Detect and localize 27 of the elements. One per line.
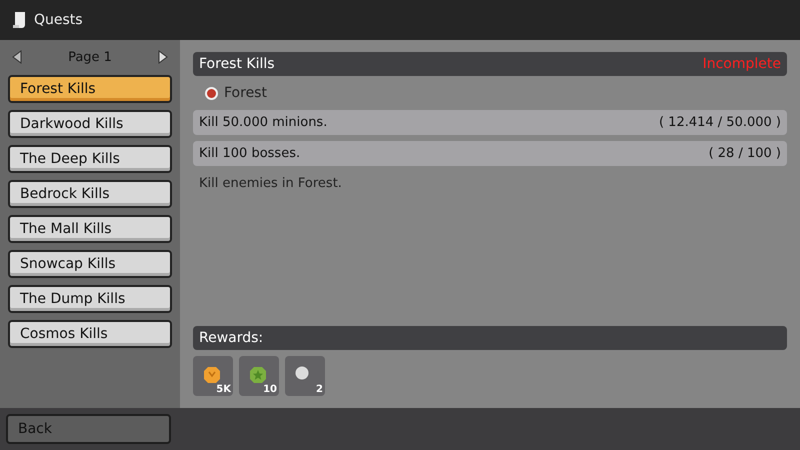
objective-text: Kill 100 bosses.: [199, 146, 300, 161]
window-title: Quests: [34, 12, 83, 28]
zone-label: Forest: [224, 85, 267, 101]
coin-icon: [203, 366, 221, 384]
reward-count: 5K: [216, 384, 231, 395]
scroll-icon: [12, 11, 26, 29]
reward-count: 10: [263, 384, 277, 395]
pearl-icon: [295, 366, 309, 380]
quest-description: Kill enemies in Forest.: [198, 175, 343, 193]
quest-list-item[interactable]: The Mall Kills: [8, 215, 172, 243]
quest-list-item[interactable]: Snowcap Kills: [8, 250, 172, 278]
quest-list-item[interactable]: Forest Kills: [8, 75, 172, 103]
quest-title: Forest Kills: [199, 56, 275, 72]
next-page-icon[interactable]: [158, 50, 168, 64]
page-label: Page 1: [68, 50, 112, 64]
objective-text: Kill 50.000 minions.: [199, 115, 328, 130]
quest-list-item[interactable]: The Deep Kills: [8, 145, 172, 173]
quest-list-item[interactable]: Cosmos Kills: [8, 320, 172, 348]
star-token-icon: [249, 366, 267, 384]
quest-list-item[interactable]: Darkwood Kills: [8, 110, 172, 138]
reward-count: 2: [316, 384, 323, 395]
quest-list-item[interactable]: Bedrock Kills: [8, 180, 172, 208]
zone-dot: [205, 86, 218, 100]
previous-page-icon[interactable]: [12, 50, 22, 64]
rewards-label: Rewards:: [199, 330, 264, 346]
quest-status: Incomplete: [702, 56, 781, 72]
quest-list-item[interactable]: The Dump Kills: [8, 285, 172, 313]
